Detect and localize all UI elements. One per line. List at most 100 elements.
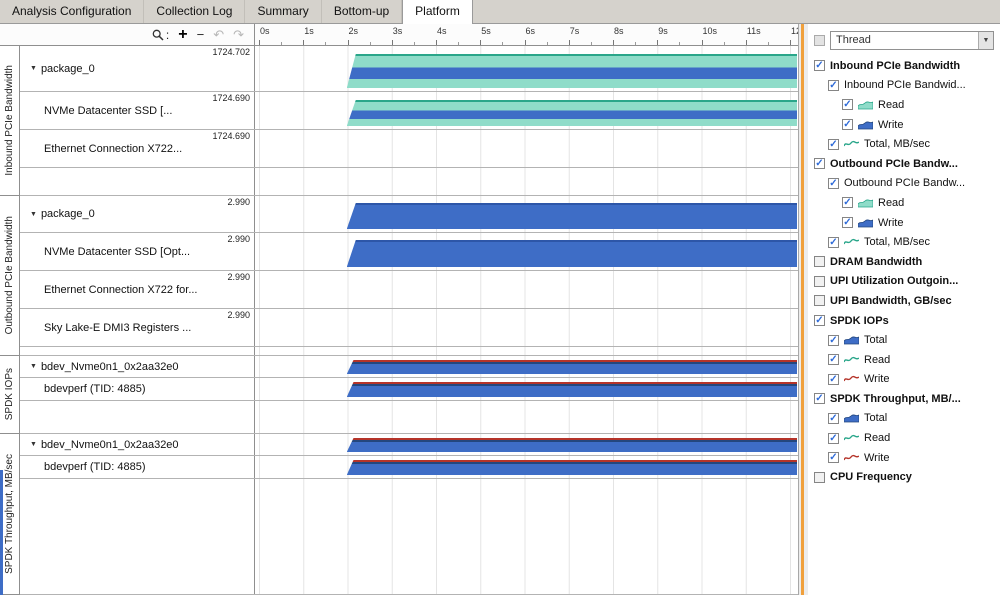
- legend-item-spdk-iops[interactable]: ✓SPDK IOPs: [814, 311, 998, 331]
- legend-checkbox[interactable]: ✓: [814, 315, 825, 326]
- row-label[interactable]: ▼bdev_Nvme0n1_0x2aa32e0: [20, 434, 255, 455]
- row-chart-area[interactable]: [255, 456, 798, 478]
- row-chart-area[interactable]: [255, 168, 798, 195]
- row-chart-area[interactable]: [255, 196, 798, 232]
- dropdown-arrow-icon[interactable]: ▼: [978, 32, 993, 49]
- legend-checkbox[interactable]: ✓: [842, 99, 853, 110]
- row-chart-area[interactable]: [255, 378, 798, 400]
- panel-splitter[interactable]: [798, 24, 808, 595]
- thread-filter-dropdown[interactable]: Thread ▼: [830, 31, 994, 50]
- legend-item-dram-bandwidth[interactable]: DRAM Bandwidth: [814, 252, 998, 272]
- row-label[interactable]: Sky Lake-E DMI3 Registers ...2.990: [20, 309, 255, 346]
- legend-item-read[interactable]: ✓Read: [814, 350, 998, 370]
- legend-item-read[interactable]: ✓Read: [814, 428, 998, 448]
- legend-item-inbound-pcie-bandwid-[interactable]: ✓Inbound PCIe Bandwid...: [814, 76, 998, 96]
- tab-platform[interactable]: Platform: [402, 0, 473, 24]
- tab-bottom-up[interactable]: Bottom-up: [322, 0, 402, 23]
- filter-checkbox[interactable]: [814, 35, 825, 46]
- row-chart-area[interactable]: [255, 92, 798, 129]
- ruler-tick-label: 7s: [570, 26, 580, 36]
- legend-item-upi-bandwidth-gb-sec[interactable]: UPI Bandwidth, GB/sec: [814, 291, 998, 311]
- line-teal-icon: [844, 139, 859, 149]
- legend-checkbox[interactable]: [814, 472, 825, 483]
- legend-item-outbound-pcie-bandw-[interactable]: ✓Outbound PCIe Bandw...: [814, 174, 998, 194]
- legend-item-write[interactable]: ✓Write: [814, 115, 998, 135]
- ruler-tick-major: [392, 40, 393, 45]
- row-label[interactable]: bdevperf (TID: 4885): [20, 378, 255, 400]
- tab-analysis-configuration[interactable]: Analysis Configuration: [0, 0, 144, 23]
- legend-item-write[interactable]: ✓Write: [814, 213, 998, 233]
- collapse-arrow-icon[interactable]: ▼: [30, 211, 37, 218]
- legend-item-read[interactable]: ✓Read: [814, 95, 998, 115]
- legend-item-spdk-throughput-mb-[interactable]: ✓SPDK Throughput, MB/...: [814, 389, 998, 409]
- tab-collection-log[interactable]: Collection Log: [144, 0, 245, 23]
- row-label[interactable]: NVMe Datacenter SSD [Opt...2.990: [20, 233, 255, 270]
- zoom-out-icon[interactable]: −: [197, 28, 205, 41]
- inbound-band: [347, 100, 797, 126]
- legend-checkbox[interactable]: ✓: [828, 237, 839, 248]
- ruler-tick-label: 11s: [747, 26, 761, 36]
- legend-checkbox[interactable]: ✓: [842, 197, 853, 208]
- legend-checkbox[interactable]: [814, 276, 825, 287]
- row-chart-area[interactable]: [255, 434, 798, 455]
- row-label[interactable]: NVMe Datacenter SSD [...1724.690: [20, 92, 255, 129]
- legend-item-total[interactable]: ✓Total: [814, 330, 998, 350]
- row-chart-area[interactable]: [255, 130, 798, 167]
- legend-checkbox[interactable]: ✓: [828, 178, 839, 189]
- legend-item-outbound-pcie-bandw-[interactable]: ✓Outbound PCIe Bandw...: [814, 154, 998, 174]
- collapse-arrow-icon[interactable]: ▼: [30, 65, 37, 72]
- legend-checkbox[interactable]: ✓: [814, 60, 825, 71]
- timeline-spacer-row: [20, 347, 798, 356]
- row-chart-area[interactable]: [255, 271, 798, 308]
- legend-checkbox[interactable]: ✓: [814, 158, 825, 169]
- row-chart-area[interactable]: [255, 46, 798, 91]
- legend-item-inbound-pcie-bandwidth[interactable]: ✓Inbound PCIe Bandwidth: [814, 56, 998, 76]
- collapse-arrow-icon[interactable]: ▼: [30, 441, 37, 448]
- legend-checkbox[interactable]: ✓: [828, 452, 839, 463]
- row-chart-area[interactable]: [255, 479, 798, 594]
- row-label[interactable]: ▼package_01724.702: [20, 46, 255, 91]
- legend-checkbox[interactable]: [814, 256, 825, 267]
- row-chart-area[interactable]: [255, 356, 798, 377]
- spdk-band: [347, 438, 797, 452]
- zoom-redo-icon[interactable]: ↷: [233, 28, 244, 41]
- tab-summary[interactable]: Summary: [245, 0, 321, 23]
- time-ruler[interactable]: 0s1s2s3s4s5s6s7s8s9s10s11s12s: [255, 24, 798, 46]
- legend-item-total[interactable]: ✓Total: [814, 409, 998, 429]
- row-label[interactable]: Ethernet Connection X722...1724.690: [20, 130, 255, 167]
- row-label[interactable]: Ethernet Connection X722 for...2.990: [20, 271, 255, 308]
- legend-item-total-mb-sec[interactable]: ✓Total, MB/sec: [814, 232, 998, 252]
- row-label[interactable]: ▼package_02.990: [20, 196, 255, 232]
- collapse-arrow-icon[interactable]: ▼: [30, 363, 37, 370]
- legend-checkbox[interactable]: ✓: [828, 335, 839, 346]
- timeline-spacer-row: [20, 401, 798, 434]
- legend-checkbox[interactable]: ✓: [842, 119, 853, 130]
- legend-item-upi-utilization-outgoin-[interactable]: UPI Utilization Outgoin...: [814, 272, 998, 292]
- legend-checkbox[interactable]: ✓: [828, 354, 839, 365]
- row-label[interactable]: bdevperf (TID: 4885): [20, 456, 255, 478]
- legend-item-total-mb-sec[interactable]: ✓Total, MB/sec: [814, 134, 998, 154]
- legend-checkbox[interactable]: ✓: [828, 139, 839, 150]
- legend-checkbox[interactable]: ✓: [828, 433, 839, 444]
- zoom-in-icon[interactable]: +: [178, 27, 187, 43]
- legend-item-write[interactable]: ✓Write: [814, 370, 998, 390]
- legend-checkbox[interactable]: ✓: [828, 413, 839, 424]
- row-label-text: bdevperf (TID: 4885): [44, 461, 146, 473]
- legend-checkbox[interactable]: ✓: [828, 374, 839, 385]
- row-chart-area[interactable]: [255, 401, 798, 433]
- row-chart-area[interactable]: [255, 233, 798, 270]
- zoom-cursor-icon[interactable]: :: [152, 29, 169, 41]
- legend-item-write[interactable]: ✓Write: [814, 448, 998, 468]
- legend-checkbox[interactable]: ✓: [842, 217, 853, 228]
- row-label: [20, 347, 255, 355]
- legend-checkbox[interactable]: ✓: [828, 80, 839, 91]
- row-chart-area[interactable]: [255, 347, 798, 355]
- legend-checkbox[interactable]: ✓: [814, 393, 825, 404]
- zoom-undo-icon[interactable]: ↶: [213, 28, 224, 41]
- row-label[interactable]: ▼bdev_Nvme0n1_0x2aa32e0: [20, 356, 255, 377]
- ruler-tick-minor: [414, 42, 415, 45]
- legend-item-read[interactable]: ✓Read: [814, 193, 998, 213]
- legend-checkbox[interactable]: [814, 295, 825, 306]
- row-chart-area[interactable]: [255, 309, 798, 346]
- legend-item-cpu-frequency[interactable]: CPU Frequency: [814, 467, 998, 487]
